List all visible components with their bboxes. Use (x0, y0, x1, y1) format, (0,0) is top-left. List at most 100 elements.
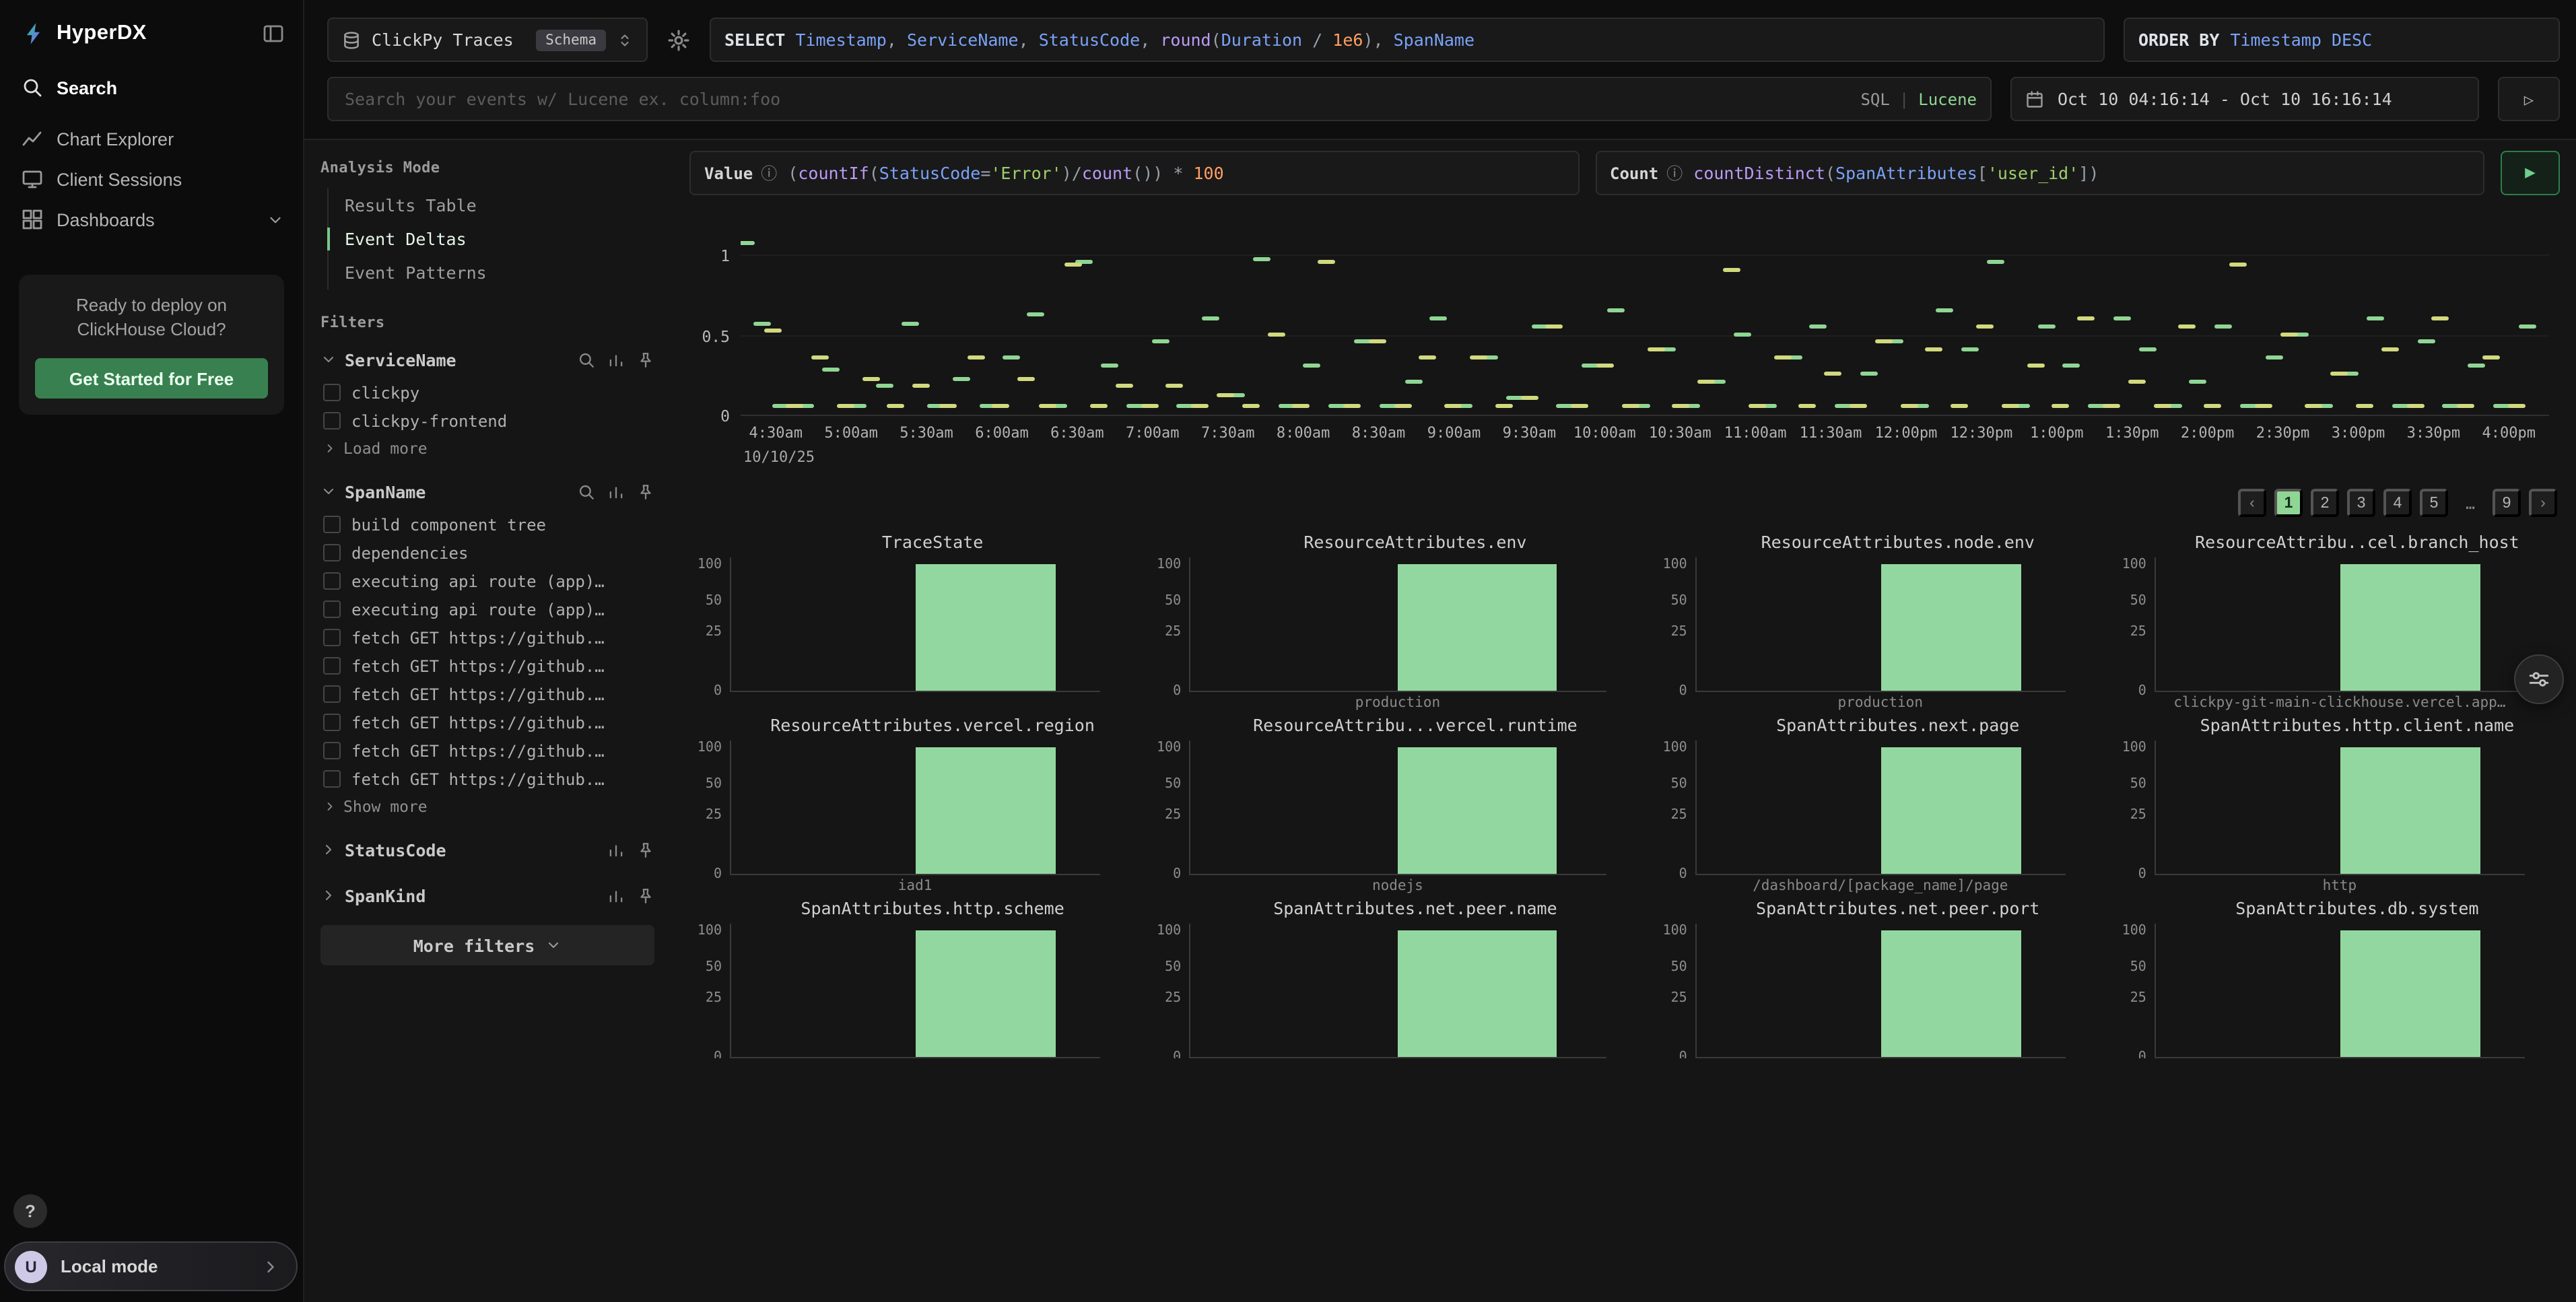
chart-plot-area[interactable] (1189, 924, 1606, 1058)
chart-plot-area[interactable] (1695, 741, 2066, 875)
filter-group-header-statuscode[interactable]: StatusCode (320, 833, 654, 866)
checkbox[interactable] (323, 412, 341, 430)
chart-settings-floating-button[interactable] (2514, 654, 2564, 704)
bar[interactable] (2340, 930, 2480, 1057)
chart-plot-area[interactable] (1189, 557, 1606, 692)
pin-icon[interactable] (637, 351, 654, 368)
filter-checkbox-item[interactable]: clickpy-frontend (323, 407, 654, 435)
checkbox[interactable] (323, 685, 341, 703)
order-by-field[interactable]: ORDER BY Timestamp DESC (2124, 18, 2560, 62)
barchart-icon[interactable] (607, 887, 625, 904)
barchart-icon[interactable] (607, 351, 625, 368)
settings-gear-icon[interactable] (667, 28, 691, 52)
chevron-down-icon (545, 937, 562, 953)
checkbox[interactable] (323, 714, 341, 731)
value-expression-field[interactable]: Value ⓘ (countIf(StatusCode='Error')/cou… (689, 151, 1579, 195)
barchart-icon[interactable] (607, 483, 625, 500)
run-search-button[interactable]: ▷ (2498, 77, 2560, 121)
chart-plot-area[interactable] (730, 557, 1100, 692)
bar[interactable] (1881, 747, 2021, 874)
chart-plot-area[interactable] (2155, 557, 2525, 692)
date-range-picker[interactable]: Oct 10 04:16:14 - Oct 10 16:16:14 (2010, 77, 2479, 121)
filter-checkbox-item[interactable]: fetch GET https://github.… (323, 765, 654, 793)
more-filters-button[interactable]: More filters (320, 925, 654, 965)
chart-plot-area[interactable] (1695, 924, 2066, 1058)
show-more-link[interactable]: Show more (320, 793, 654, 820)
search-input-field[interactable]: SQL | Lucene (327, 77, 1992, 121)
checkbox[interactable] (323, 770, 341, 788)
pagination-page-4[interactable]: 4 (2383, 489, 2412, 517)
bar[interactable] (2340, 747, 2480, 874)
filter-group-header-servicename[interactable]: ServiceName (320, 343, 654, 376)
pin-icon[interactable] (637, 841, 654, 858)
pagination-page-2[interactable]: 2 (2311, 489, 2339, 517)
sidebar-item-search[interactable]: Search (0, 67, 303, 108)
filter-checkbox-item[interactable]: clickpy (323, 378, 654, 407)
search-icon[interactable] (578, 351, 595, 368)
pin-icon[interactable] (637, 887, 654, 904)
bar[interactable] (916, 930, 1056, 1057)
bar[interactable] (1398, 564, 1557, 691)
checkbox[interactable] (323, 657, 341, 675)
mode-lucene[interactable]: Lucene (1918, 90, 1977, 108)
source-select[interactable]: ClickPy Traces Schema (327, 18, 648, 62)
pagination-page-3[interactable]: 3 (2347, 489, 2375, 517)
checkbox[interactable] (323, 544, 341, 561)
pagination-page-1[interactable]: 1 (2274, 489, 2303, 517)
search-input[interactable] (342, 88, 1850, 110)
analysis-mode-event-patterns[interactable]: Event Patterns (345, 256, 654, 289)
collapse-sidebar-icon[interactable] (263, 23, 284, 44)
chart-plot-area[interactable] (1189, 741, 1606, 875)
filter-checkbox-item[interactable]: fetch GET https://github.… (323, 623, 654, 652)
chart-plot-area[interactable] (2155, 924, 2525, 1058)
pagination-prev[interactable]: ‹ (2238, 489, 2266, 517)
filter-checkbox-item[interactable]: fetch GET https://github.… (323, 736, 654, 765)
sidebar-item-dashboards[interactable]: Dashboards (0, 199, 303, 240)
checkbox[interactable] (323, 742, 341, 759)
count-expression-field[interactable]: Count ⓘ countDistinct(SpanAttributes['us… (1595, 151, 2484, 195)
bar[interactable] (1398, 930, 1557, 1057)
search-icon[interactable] (578, 483, 595, 500)
checkbox[interactable] (323, 572, 341, 590)
bar[interactable] (916, 564, 1056, 691)
bar[interactable] (1398, 747, 1557, 874)
sidebar-item-client-sessions[interactable]: Client Sessions (0, 159, 303, 199)
filter-group-header-spanname[interactable]: SpanName (320, 475, 654, 508)
checkbox[interactable] (323, 384, 341, 401)
filter-checkbox-item[interactable]: dependencies (323, 539, 654, 567)
pagination-page-5[interactable]: 5 (2420, 489, 2448, 517)
load-more-link[interactable]: Load more (320, 435, 654, 462)
analysis-mode-event-deltas[interactable]: Event Deltas (345, 222, 654, 256)
pagination-page-9[interactable]: 9 (2493, 489, 2521, 517)
bar[interactable] (1881, 930, 2021, 1057)
pin-icon[interactable] (637, 483, 654, 500)
chart-plot-area[interactable] (1695, 557, 2066, 692)
filter-checkbox-item[interactable]: fetch GET https://github.… (323, 680, 654, 708)
pagination-next[interactable]: › (2529, 489, 2557, 517)
run-chart-button[interactable]: ▶ (2501, 151, 2560, 195)
filter-checkbox-item[interactable]: executing api route (app)… (323, 567, 654, 595)
get-started-button[interactable]: Get Started for Free (35, 359, 268, 399)
bar[interactable] (916, 747, 1056, 874)
filter-checkbox-item[interactable]: executing api route (app)… (323, 595, 654, 623)
chart-plot-area[interactable] (730, 741, 1100, 875)
checkbox[interactable] (323, 629, 341, 646)
bar[interactable] (1881, 564, 2021, 691)
bar[interactable] (2340, 564, 2480, 691)
sidebar-item-chart-explorer[interactable]: Chart Explorer (0, 118, 303, 159)
filter-checkbox-item[interactable]: fetch GET https://github.… (323, 708, 654, 736)
checkbox[interactable] (323, 601, 341, 618)
barchart-icon[interactable] (607, 841, 625, 858)
chart-plot-area[interactable] (2155, 741, 2525, 875)
analysis-mode-results-table[interactable]: Results Table (345, 189, 654, 222)
chart-plot-area[interactable] (730, 924, 1100, 1058)
local-mode-pill[interactable]: U Local mode (4, 1241, 298, 1291)
filter-checkbox-item[interactable]: fetch GET https://github.… (323, 652, 654, 680)
filter-group-header-spankind[interactable]: SpanKind (320, 879, 654, 912)
deltas-plot-area[interactable] (741, 217, 2549, 416)
help-button[interactable]: ? (13, 1194, 47, 1228)
mode-sql[interactable]: SQL (1860, 90, 1889, 108)
sql-select-editor[interactable]: SELECT Timestamp, ServiceName, StatusCod… (710, 18, 2105, 62)
filter-checkbox-item[interactable]: build component tree (323, 510, 654, 539)
checkbox[interactable] (323, 516, 341, 533)
